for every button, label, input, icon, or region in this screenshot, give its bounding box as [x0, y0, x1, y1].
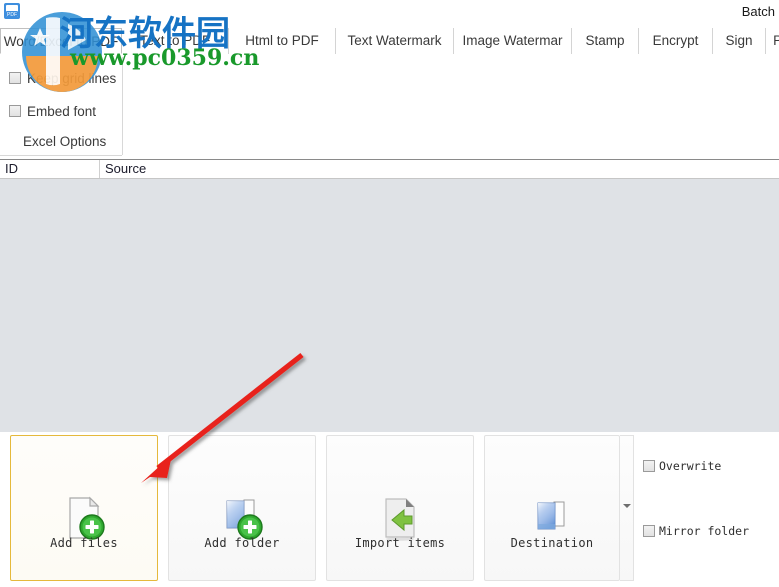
tab-label: PDF/Im — [773, 33, 779, 48]
list-header-row: ID Source — [0, 160, 779, 179]
tab-image-watermark[interactable]: Image Watermar — [454, 28, 572, 54]
column-header-label: Source — [105, 161, 147, 176]
panel-bottom-divider — [0, 155, 122, 156]
checkbox-label: Embed font — [27, 103, 97, 119]
tab-label: Sign — [725, 33, 753, 48]
tab-label: Image Watermar — [462, 33, 563, 48]
tab-stamp[interactable]: Stamp — [572, 28, 639, 54]
window-title: Batch — [741, 4, 775, 19]
button-caption: Add folder — [204, 536, 280, 550]
tab-text-to-pdf[interactable]: Text to PDF — [122, 28, 229, 54]
svg-text:PDF: PDF — [7, 12, 17, 18]
chevron-down-icon — [623, 504, 631, 508]
checkbox-label: Overwrite — [659, 459, 722, 473]
tab-label: Word/Excel to PDF — [3, 34, 119, 49]
tab-sign[interactable]: Sign — [713, 28, 766, 54]
checkbox-box[interactable] — [9, 105, 21, 117]
panel-divider — [122, 57, 123, 155]
checkbox-box[interactable] — [9, 72, 21, 84]
column-header-label: ID — [5, 161, 18, 176]
checkbox-label: Mirror folder — [659, 524, 750, 538]
bottom-toolbar: Add files Add folder Import items Destin… — [0, 432, 779, 587]
tab-label: Text to PDF — [139, 33, 211, 48]
add-files-button[interactable]: Add files — [10, 435, 158, 581]
checkbox-box[interactable] — [643, 460, 655, 472]
file-list-view[interactable]: ID Source — [0, 159, 779, 432]
tab-word-excel-to-pdf[interactable]: Word/Excel to PDF — [0, 28, 122, 54]
tab-label: Text Watermark — [347, 33, 442, 48]
tab-strip: Word/Excel to PDF Text to PDF Html to PD… — [0, 28, 779, 56]
column-header-source[interactable]: Source — [100, 160, 779, 178]
folder-icon — [485, 494, 619, 542]
title-bar: PDF Batch — [0, 0, 779, 28]
tab-html-to-pdf[interactable]: Html to PDF — [229, 28, 336, 54]
destination-button[interactable]: Destination — [484, 435, 620, 581]
destination-dropdown-button[interactable] — [620, 435, 634, 581]
application-window: PDF Batch Word/Excel to PDF Text to PDF … — [0, 0, 779, 587]
add-folder-button[interactable]: Add folder — [168, 435, 316, 581]
checkbox-mirror-folder[interactable]: Mirror folder — [643, 524, 749, 538]
excel-options-caption: Excel Options — [23, 134, 107, 149]
checkbox-keep-grid-lines[interactable]: Keep grid lines — [9, 69, 116, 87]
button-caption: Add files — [50, 536, 118, 550]
tab-label: Stamp — [585, 33, 625, 48]
button-caption: Import items — [354, 536, 446, 550]
import-arrow-icon — [327, 494, 473, 542]
import-items-button[interactable]: Import items — [326, 435, 474, 581]
folder-add-icon — [169, 494, 315, 542]
checkbox-overwrite[interactable]: Overwrite — [643, 459, 721, 473]
column-header-id[interactable]: ID — [0, 160, 100, 178]
list-body-empty[interactable] — [0, 179, 779, 432]
tab-label: Html to PDF — [245, 33, 319, 48]
checkbox-box[interactable] — [643, 525, 655, 537]
tab-encrypt[interactable]: Encrypt — [639, 28, 713, 54]
excel-options-panel: Keep grid lines Embed font — [0, 55, 779, 158]
tab-pdf-image[interactable]: PDF/Im — [766, 28, 779, 54]
document-add-icon — [11, 494, 157, 542]
tab-label: Encrypt — [652, 33, 699, 48]
checkbox-embed-font[interactable]: Embed font — [9, 102, 96, 120]
tab-text-watermark[interactable]: Text Watermark — [336, 28, 454, 54]
pdf-app-icon: PDF — [3, 2, 21, 20]
checkbox-label: Keep grid lines — [27, 70, 117, 86]
button-caption: Destination — [510, 536, 594, 550]
